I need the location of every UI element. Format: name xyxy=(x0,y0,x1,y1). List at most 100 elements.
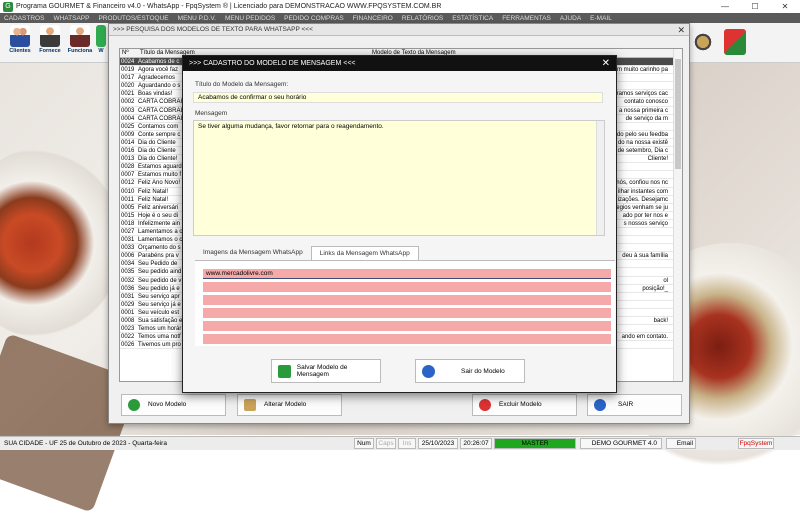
row-number: 0022 xyxy=(121,334,135,341)
status-ins: Ins xyxy=(398,438,416,449)
link-input[interactable] xyxy=(203,295,611,305)
menu-item-8[interactable]: ESTATÍSTICA xyxy=(452,15,493,22)
message-textarea[interactable]: Se tiver alguma mudança, favor retornar … xyxy=(193,120,605,236)
menu-item-11[interactable]: E-MAIL xyxy=(590,15,612,22)
save-model-label: Salvar Modelo de Mensagem xyxy=(296,364,348,378)
employees-icon xyxy=(70,25,90,47)
link-input[interactable] xyxy=(203,282,611,292)
search-window-title: >>> PESQUISA DOS MODELOS DE TEXTO PARA W… xyxy=(109,24,689,36)
row-number: 0031 xyxy=(121,237,135,244)
menu-item-9[interactable]: FERRAMENTAS xyxy=(502,15,551,22)
food-plate-image xyxy=(0,148,120,338)
row-number: 0003 xyxy=(121,107,135,114)
status-email[interactable]: Email xyxy=(666,438,696,449)
window-controls: — ☐ ✕ xyxy=(710,0,800,13)
dialog-close-button[interactable]: ✕ xyxy=(602,56,610,71)
main-menubar: CADASTROS WHATSAPP PRODUTOS/ESTOQUE MENU P.… xyxy=(0,13,800,23)
row-number: 0001 xyxy=(121,309,135,316)
save-model-button[interactable]: Salvar Modelo de Mensagem xyxy=(271,359,381,383)
scrollbar-thumb[interactable] xyxy=(675,59,681,169)
toolbar-funciona-label: Funciona xyxy=(67,48,93,54)
status-brand: FpqSystem xyxy=(738,438,774,449)
menu-item-6[interactable]: FINANCEIRO xyxy=(353,15,393,22)
search-window-close-button[interactable]: ✕ xyxy=(677,24,685,36)
row-number: 0006 xyxy=(121,253,135,260)
row-number: 0011 xyxy=(121,196,134,203)
row-number: 0033 xyxy=(121,245,135,252)
row-number: 0016 xyxy=(121,148,135,155)
row-number: 0024 xyxy=(121,59,135,65)
menu-item-3[interactable]: MENU P.D.V. xyxy=(178,15,216,22)
toolbar-fornece-label: Fornece xyxy=(39,48,61,54)
row-number: 0020 xyxy=(121,83,135,90)
exit-arrow-icon xyxy=(422,364,435,378)
edit-model-button[interactable]: Alterar Modelo xyxy=(237,394,342,416)
column-header-number[interactable]: Nº xyxy=(120,49,138,57)
checkmark-icon xyxy=(278,364,291,378)
menu-item-1[interactable]: WHATSAPP xyxy=(53,15,89,22)
menu-item-2[interactable]: PRODUTOS/ESTOQUE xyxy=(98,15,168,22)
status-bar: SUA CIDADE - UF 25 de Outubro de 2023 - … xyxy=(0,436,800,450)
exit-arrow-icon xyxy=(594,399,606,411)
search-window-buttons: Novo Modelo Alterar Modelo Excluir Model… xyxy=(109,394,691,418)
delete-model-button[interactable]: Excluir Modelo xyxy=(472,394,577,416)
row-number: 0032 xyxy=(121,277,135,284)
row-number: 0017 xyxy=(121,75,135,82)
exit-search-button[interactable]: SAIR xyxy=(587,394,682,416)
toolbar-funciona-button[interactable]: Funciona xyxy=(66,25,94,61)
pencil-icon xyxy=(244,399,256,411)
toolbar-fornece-button[interactable]: Fornece xyxy=(36,25,64,61)
menu-item-7[interactable]: RELATÓRIOS xyxy=(402,15,443,22)
row-number: 0019 xyxy=(121,67,135,74)
toolbar-clientes-label: Clientes xyxy=(9,48,31,54)
menu-item-0[interactable]: CADASTROS xyxy=(4,15,44,22)
tab-images[interactable]: Imagens da Mensagem WhatsApp xyxy=(195,246,311,260)
model-title-label: Título do Modelo da Mensagem: xyxy=(195,81,289,88)
row-number: 0026 xyxy=(121,342,135,349)
status-num: Num xyxy=(354,438,374,449)
status-master-badge: MASTER xyxy=(494,438,576,449)
message-scrollbar[interactable] xyxy=(596,121,604,235)
row-number: 0007 xyxy=(121,172,135,179)
exit-model-label: Sair do Modelo xyxy=(461,367,505,375)
maximize-button[interactable]: ☐ xyxy=(740,0,770,13)
model-title-input[interactable]: Acabamos de confirmar o seu horário xyxy=(193,92,603,103)
exit-search-label: SAIR xyxy=(618,401,634,408)
links-panel: www.mercadolivre.com xyxy=(195,260,615,346)
row-number: 0004 xyxy=(121,115,135,122)
link-input[interactable]: www.mercadolivre.com xyxy=(203,269,611,279)
status-caps: Caps xyxy=(376,438,396,449)
settings-gear-icon[interactable] xyxy=(692,29,714,55)
row-number: 0005 xyxy=(121,204,135,211)
row-number: 0014 xyxy=(121,139,135,146)
link-input[interactable] xyxy=(203,321,611,331)
grid-scrollbar[interactable] xyxy=(673,49,682,381)
menu-item-10[interactable]: AJUDA xyxy=(560,15,581,22)
new-model-button[interactable]: Novo Modelo xyxy=(121,394,226,416)
toolbar-whatsapp-button[interactable]: W xyxy=(96,25,106,61)
close-window-button[interactable]: ✕ xyxy=(770,0,800,13)
toolbar-clientes-button[interactable]: Clientes xyxy=(6,25,34,61)
link-input[interactable] xyxy=(203,308,611,318)
row-number: 0025 xyxy=(121,123,135,130)
row-number: 0034 xyxy=(121,261,135,268)
dialog-tabs: Imagens da Mensagem WhatsApp Links da Me… xyxy=(195,246,419,260)
row-number: 0009 xyxy=(121,131,135,138)
row-number: 0029 xyxy=(121,301,135,308)
window-title: Programa GOURMET & Financeiro v4.0 - Wha… xyxy=(16,3,442,10)
row-number: 0008 xyxy=(121,318,135,324)
message-label: Mensagem xyxy=(195,110,228,117)
row-number: 0013 xyxy=(121,156,135,163)
minimize-button[interactable]: — xyxy=(710,0,740,13)
exit-model-button[interactable]: Sair do Modelo xyxy=(415,359,525,383)
link-input[interactable] xyxy=(203,334,611,344)
tab-links[interactable]: Links da Mensagem WhatsApp xyxy=(310,246,419,260)
row-number: 0002 xyxy=(121,99,135,106)
message-model-dialog: >>> CADASTRO DO MODELO DE MENSAGEM <<< ✕… xyxy=(182,55,617,393)
menu-item-5[interactable]: PEDIDO COMPRAS xyxy=(284,15,344,22)
menu-item-4[interactable]: MENU PEDIDOS xyxy=(225,15,275,22)
window-titlebar: G Programa GOURMET & Financeiro v4.0 - W… xyxy=(0,0,800,13)
row-number: 0018 xyxy=(121,220,135,227)
exit-icon[interactable] xyxy=(724,29,746,55)
app-icon: G xyxy=(3,1,13,12)
